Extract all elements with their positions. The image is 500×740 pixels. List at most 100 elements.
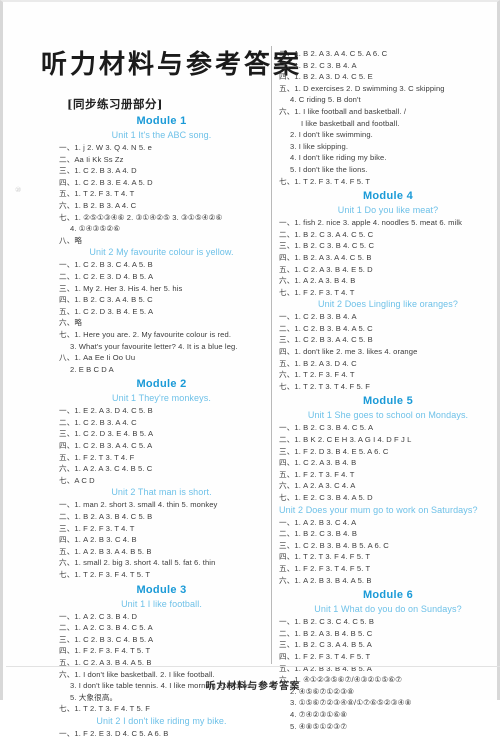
answer-line: 二、1. B 2. A 3. B 4. C 5. B — [59, 512, 153, 522]
answer-line: 3. ①⑤⑥⑦②③④⑧/①⑦⑥⑤②③④⑧ — [290, 698, 412, 708]
answer-line: 六、1. A 2. A 3. B 4. B — [279, 276, 356, 286]
answer-line: 一、1. j 2. W 3. Q 4. N 5. e — [59, 143, 152, 152]
answer-line: 七、1. E 2. C 3. B 4. A 5. D — [279, 493, 373, 502]
module-heading: Module 1 — [136, 115, 187, 127]
answer-line: 二、Aa Ii Kk Ss Zz — [59, 154, 124, 164]
module-heading: Module 3 — [136, 583, 187, 596]
answer-line: 五、1. C 2. D 3. B 4. E 5. A — [59, 306, 154, 316]
answer-line: 三、1. C 2. D 3. E 4. B 5. A — [59, 429, 154, 439]
answer-line: 二、1. A 2. C 3. B 4. C 5. A — [59, 623, 153, 633]
answer-line: 三、1. C 2. B 3. C 4. B 5. A — [59, 634, 154, 644]
answer-line: 五、1. T 2. F 3. T 4. T — [59, 189, 135, 199]
unit-heading: Unit 2 I don't like riding my bike. — [96, 715, 227, 726]
answer-line: 四、1. C 2. B 3. A 4. C 5. A — [59, 441, 153, 451]
unit-heading: Unit 1 What do you do on Sundays? — [314, 604, 462, 615]
answer-line: 七、1. T 2. F 3. F 4. T 5. T — [59, 570, 151, 579]
answer-line: 六、1. B 2. B 3. A 4. C — [59, 200, 137, 210]
answer-line: 5. I don't like the lions. — [290, 164, 368, 174]
answer-line: 四、1. C 2. B 3. E 4. A 5. D — [59, 177, 153, 187]
answer-line: 四、1. don't like 2. me 3. likes 4. orange — [279, 347, 418, 357]
module-heading: Module 6 — [362, 589, 414, 602]
answer-line: 4. I don't like riding my bike. — [290, 153, 387, 163]
answer-line: 五、1. F 2. F 3. T 4. F 5. T — [279, 563, 371, 573]
answer-line: 3. What's your favourite letter? 4. It i… — [70, 341, 238, 351]
answer-line: 五、1. F 2. T 3. F 4. T — [279, 469, 355, 479]
answer-line: 七、1. Here you are. 2. My favourite colou… — [59, 329, 232, 339]
answer-line: 4. C riding 5. B don't — [290, 95, 361, 105]
answer-line: 一、1. B 2. C 3. B 4. C 5. A — [279, 423, 374, 433]
unit-heading: Unit 1 They're monkeys. — [112, 393, 211, 404]
answer-line: 3. I like skipping. — [290, 141, 349, 151]
answer-line: 六、1. A 2. B 3. B 4. A 5. B — [279, 575, 372, 585]
answer-line: 六、1. A 2. A 3. C 4. A — [279, 481, 356, 491]
answer-line: 四、1. A 2. B 3. C 4. B — [59, 535, 137, 545]
answer-line: 七、A C D — [59, 475, 95, 485]
unit-heading: Unit 1 I like football. — [121, 598, 202, 609]
answer-line: 2. E B C D A — [70, 364, 114, 374]
answer-line: 一、1. A 2. B 3. C 4. A — [279, 517, 357, 527]
answer-line: 四、1. F 2. F 3. F 4. T 5. T — [59, 646, 151, 656]
answer-key-page: 听力材料与参考答案 [同步练习册部分] ⑩ Module 1 Unit 1 It'… — [0, 0, 500, 738]
answer-line: 一、1. C 2. B 3. B 4. A — [279, 312, 357, 322]
answer-line: 二、1. B 2. A 3. A 4. C 5. A 6. C — [279, 49, 388, 58]
answer-line: 二、1. B 2. A 3. B 4. B 5. C — [279, 628, 373, 638]
unit-heading: Unit 2 Does Lingling like oranges? — [318, 299, 458, 310]
answer-line: 五、1. A 2. B 3. B 4. B 5. A — [279, 663, 372, 673]
module-heading: Module 2 — [136, 378, 187, 391]
answer-line: 5. ④⑧⑤①②③⑦ — [290, 721, 348, 731]
answer-line: 三、1. C 2. B 3. A 4. D — [59, 166, 137, 176]
answer-line: 4. ⑦④②③①⑥⑧ — [290, 709, 348, 719]
answer-line: 八、1. Aa Ee Ii Oo Uu — [59, 353, 136, 363]
answer-line: 二、1. C 2. B 3. A 4. C — [59, 417, 137, 427]
footer-divider — [6, 666, 500, 667]
answer-line: 三、1. F 2. D 3. B 4. E 5. A 6. C — [279, 446, 389, 456]
section-tag: [同步练习册部分] — [67, 97, 163, 111]
answer-line: 五、1. A 2. B 3. A 4. B 5. B — [59, 546, 152, 556]
unit-heading: Unit 1 She goes to school on Mondays. — [307, 410, 469, 421]
answer-line: 四、1. B 2. C 3. A 4. B 5. C — [59, 295, 153, 305]
answer-line: I like basketball and football. — [301, 118, 400, 128]
answer-line: 四、1. C 2. A 3. B 4. B — [279, 458, 357, 468]
answer-line: 六、1. small 2. big 3. short 4. tall 5. fa… — [59, 558, 216, 568]
answer-line: 一、1. A 2. C 3. B 4. D — [59, 611, 138, 621]
page-title: 听力材料与参考答案 — [41, 50, 303, 80]
answer-line: 三、1. F 2. F 3. T 4. T — [59, 523, 135, 533]
answer-line: 一、1. B 2. C 3. C 4. C 5. B — [279, 617, 375, 627]
answer-line: 一、1. F 2. E 3. D 4. C 5. A 6. B — [59, 728, 169, 738]
answer-line: 五、1. B 2. A 3. D 4. C — [279, 358, 357, 368]
unit-heading: Unit 2 That man is short. — [111, 487, 212, 498]
answer-line: 4. ①④③⑤②⑥ — [70, 224, 121, 234]
answer-line: 三、1. B 2. C 3. B 4. A — [279, 60, 357, 70]
answer-line: 三、1. B 2. C 3. A 4. B 5. A — [279, 640, 372, 650]
answer-line: 二、1. B K 2. C E H 3. A G I 4. D F J L — [279, 435, 412, 445]
answer-line: 六、1. I like football and basketball. / — [279, 106, 407, 116]
answer-line: 三、1. C 2. B 3. B 4. B 5. A 6. C — [279, 540, 389, 550]
answer-line: 五、1. F 2. T 3. T 4. F — [59, 452, 135, 462]
answer-line: 六、1. A 2. A 3. C 4. B 5. C — [59, 464, 153, 474]
answer-line: 二、1. B 2. C 3. B 4. B — [279, 529, 358, 539]
answer-line: 2. I don't like swimming. — [290, 130, 373, 140]
answer-line: 八、略 — [59, 235, 83, 245]
page-title-wrap: 听力材料与参考答案 — [41, 44, 303, 81]
answer-line: 三、1. B 2. C 3. B 4. C 5. C — [279, 241, 375, 251]
module-heading: Module 4 — [362, 190, 414, 203]
unit-heading: Unit 1 Do you like meat? — [337, 205, 439, 216]
edge-mark: ⑩ — [15, 187, 22, 194]
answer-line: 五、1. C 2. A 3. B 4. E 5. D — [279, 264, 373, 274]
answer-line: 二、1. C 2. E 3. D 4. B 5. A — [59, 271, 154, 281]
answer-line: 三、1. My 2. Her 3. His 4. her 5. his — [59, 283, 183, 293]
answer-line: 四、1. B 2. A 3. A 4. C 5. B — [279, 252, 372, 262]
answer-line: 五、1. D exercises 2. D swimming 3. C skip… — [279, 83, 445, 93]
unit-heading: Unit 2 My favourite colour is yellow. — [89, 247, 234, 258]
answer-line: 七、1. T 2. T 3. T 4. F 5. F — [279, 381, 370, 391]
answer-line: 七、1. T 2. T 3. F 4. T 5. F — [59, 704, 150, 714]
answer-line: 三、1. C 2. B 3. A 4. C 5. B — [279, 335, 373, 345]
answer-line: 5. 大象很高。 — [70, 692, 118, 702]
answer-line: 一、1. fish 2. nice 3. apple 4. noodles 5.… — [279, 218, 462, 228]
answer-line: 七、1. F 2. F 3. T 4. T — [279, 287, 355, 297]
answer-line: 六、略 — [59, 318, 83, 328]
page-content: 听力材料与参考答案 [同步练习册部分] ⑩ Module 1 Unit 1 It'… — [11, 8, 495, 738]
module-heading: Module 5 — [362, 395, 414, 408]
answer-line: 七、1. ②⑤①③④⑥ 2. ③①④②⑤ 3. ③①⑤④②⑥ — [59, 212, 223, 222]
answer-line: 一、1. man 2. short 3. small 4. thin 5. mo… — [59, 500, 218, 510]
